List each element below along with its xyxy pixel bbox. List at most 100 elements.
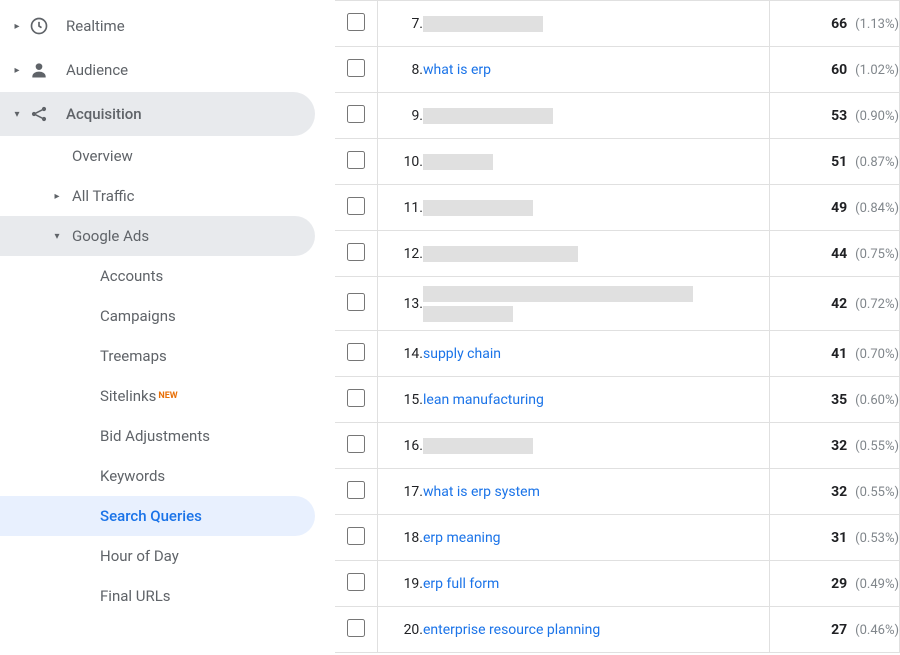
sidebar-item-label: Audience (66, 61, 128, 79)
caret-right-icon: ▸ (12, 65, 22, 76)
row-value: 53 (831, 108, 847, 124)
row-checkbox[interactable] (347, 435, 365, 453)
subsubnav-label: Bid Adjustments (100, 427, 210, 445)
row-value: 29 (831, 576, 847, 592)
subsubnav-keywords[interactable]: Keywords (0, 456, 335, 496)
subnav-all-traffic[interactable]: ▸ All Traffic (0, 176, 335, 216)
subnav-label: Overview (72, 147, 133, 165)
row-query (423, 93, 770, 139)
row-checkbox-cell (335, 231, 377, 277)
row-checkbox[interactable] (347, 59, 365, 77)
redacted-text (423, 200, 533, 216)
row-value: 49 (831, 200, 847, 216)
row-percent: (1.13%) (855, 17, 899, 32)
subsubnav-hour-of-day[interactable]: Hour of Day (0, 536, 335, 576)
sidebar-item-realtime[interactable]: ▸ Realtime (0, 4, 335, 48)
caret-down-icon: ▾ (12, 109, 22, 120)
share-icon (28, 103, 50, 125)
table-row: 19.erp full form29(0.49%) (335, 561, 900, 607)
subsubnav-sitelinks[interactable]: SitelinksNEW (0, 376, 335, 416)
subsubnav-final-urls[interactable]: Final URLs (0, 576, 335, 616)
row-value-cell: 53(0.90%) (770, 93, 900, 139)
row-checkbox[interactable] (347, 197, 365, 215)
clock-icon (28, 15, 50, 37)
row-checkbox-cell (335, 139, 377, 185)
new-badge: NEW (158, 391, 177, 401)
row-query[interactable]: lean manufacturing (423, 377, 770, 423)
subsubnav-label: Treemaps (100, 347, 167, 365)
row-checkbox-cell (335, 607, 377, 653)
subnav-overview[interactable]: Overview (0, 136, 335, 176)
row-query[interactable]: what is erp (423, 47, 770, 93)
row-value: 32 (831, 438, 847, 454)
search-queries-table: 7.66(1.13%)8.what is erp60(1.02%)9.53(0.… (335, 0, 900, 653)
row-checkbox[interactable] (347, 105, 365, 123)
table-row: 8.what is erp60(1.02%) (335, 47, 900, 93)
row-checkbox[interactable] (347, 151, 365, 169)
caret-right-icon: ▸ (12, 21, 22, 32)
row-value: 44 (831, 246, 847, 262)
subsubnav-accounts[interactable]: Accounts (0, 256, 335, 296)
row-query[interactable]: supply chain (423, 331, 770, 377)
table-row: 12.44(0.75%) (335, 231, 900, 277)
row-value: 31 (831, 530, 847, 546)
row-value-cell: 32 (0.55%) (770, 469, 900, 515)
redacted-text (423, 16, 543, 32)
row-checkbox-cell (335, 377, 377, 423)
row-checkbox[interactable] (347, 527, 365, 545)
row-value: 32 (831, 484, 847, 500)
subsubnav-bid-adjustments[interactable]: Bid Adjustments (0, 416, 335, 456)
row-percent: (0.55%) (855, 485, 899, 500)
table-row: 15.lean manufacturing35(0.60%) (335, 377, 900, 423)
row-value: 35 (831, 392, 847, 408)
row-checkbox-cell (335, 331, 377, 377)
row-checkbox[interactable] (347, 293, 365, 311)
row-query (423, 139, 770, 185)
row-rank: 8. (377, 47, 423, 93)
row-query[interactable]: what is erp system (423, 469, 770, 515)
row-checkbox-cell (335, 423, 377, 469)
main-content: 7.66(1.13%)8.what is erp60(1.02%)9.53(0.… (335, 0, 900, 655)
row-checkbox[interactable] (347, 481, 365, 499)
table-row: 14.supply chain41(0.70%) (335, 331, 900, 377)
row-checkbox-cell (335, 277, 377, 331)
subsubnav-label: Sitelinks (100, 387, 156, 405)
row-checkbox[interactable] (347, 619, 365, 637)
table-row: 7.66(1.13%) (335, 1, 900, 47)
row-rank: 14. (377, 331, 423, 377)
row-rank: 10. (377, 139, 423, 185)
row-query[interactable]: enterprise resource planning (423, 607, 770, 653)
row-checkbox[interactable] (347, 343, 365, 361)
row-rank: 13. (377, 277, 423, 331)
row-checkbox-cell (335, 561, 377, 607)
row-query (423, 423, 770, 469)
subsubnav-treemaps[interactable]: Treemaps (0, 336, 335, 376)
subsubnav-search-queries[interactable]: Search Queries (0, 496, 315, 536)
row-value: 41 (831, 346, 847, 362)
table-row: 16.32(0.55%) (335, 423, 900, 469)
sidebar-item-acquisition[interactable]: ▾ Acquisition (0, 92, 315, 136)
redacted-text (423, 438, 533, 454)
row-checkbox[interactable] (347, 13, 365, 31)
row-query[interactable]: erp meaning (423, 515, 770, 561)
row-checkbox-cell (335, 469, 377, 515)
sidebar-item-label: Realtime (66, 17, 125, 35)
row-value-cell: 35(0.60%) (770, 377, 900, 423)
subnav-google-ads[interactable]: ▾ Google Ads (0, 216, 315, 256)
row-value-cell: 60(1.02%) (770, 47, 900, 93)
row-query (423, 1, 770, 47)
row-checkbox[interactable] (347, 573, 365, 591)
redacted-text (423, 246, 578, 262)
row-checkbox[interactable] (347, 243, 365, 261)
table-row: 11.49(0.84%) (335, 185, 900, 231)
row-checkbox-cell (335, 1, 377, 47)
row-query[interactable]: erp full form (423, 561, 770, 607)
subsubnav-label: Accounts (100, 267, 163, 285)
row-percent: (1.02%) (855, 63, 899, 78)
row-rank: 20. (377, 607, 423, 653)
sidebar-item-audience[interactable]: ▸ Audience (0, 48, 335, 92)
row-checkbox[interactable] (347, 389, 365, 407)
subsubnav-label: Campaigns (100, 307, 176, 325)
subsubnav-campaigns[interactable]: Campaigns (0, 296, 335, 336)
row-value-cell: 41(0.70%) (770, 331, 900, 377)
